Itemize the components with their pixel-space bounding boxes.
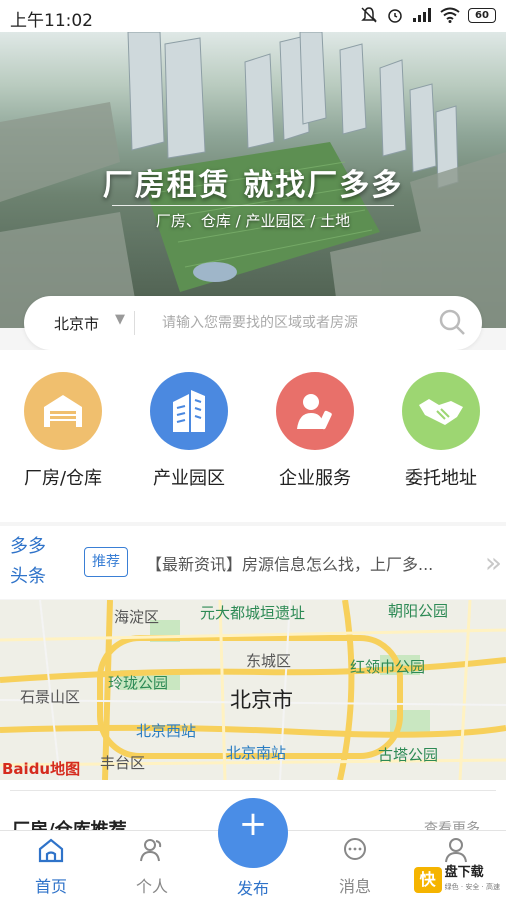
map-view[interactable]: 海淀区 元大都城垣遗址 朝阳公园 东城区 红领巾公园 玲珑公园 石景山区 北京市… xyxy=(0,600,506,780)
building-icon xyxy=(173,390,205,432)
status-icons: 60 xyxy=(360,6,496,24)
news-headline[interactable]: 【最新资讯】房源信息怎么找，上厂多... xyxy=(146,551,433,575)
battery-indicator: 60 xyxy=(468,7,496,23)
hero-banner[interactable]: 厂房租赁 就找厂多多 厂房、仓库 / 产业园区 / 土地 xyxy=(0,32,506,328)
category-label: 企业服务 xyxy=(279,468,351,489)
watermark-name: 盘下载 xyxy=(444,865,484,880)
hero-title: 厂房租赁 就找厂多多 xyxy=(102,168,404,203)
category-label: 委托地址 xyxy=(405,468,477,489)
hero-divider xyxy=(112,205,394,206)
map-label-fengtai: 丰台区 xyxy=(100,754,146,772)
status-time: 上午11:02 xyxy=(10,11,93,31)
search-input[interactable] xyxy=(160,308,434,338)
status-bar: 上午11:02 60 xyxy=(0,0,506,32)
tab-mine[interactable] xyxy=(416,837,496,867)
tab-label: 个人 xyxy=(135,877,168,896)
tab-label: 消息 xyxy=(338,877,371,896)
category-grid: 厂房/仓库 产业园区 企业服务 委托地址 xyxy=(0,350,506,522)
map-label-shijingshan: 石景山区 xyxy=(20,688,81,706)
search-divider xyxy=(134,311,135,335)
plus-icon: + xyxy=(238,804,268,844)
news-brand: 多多头条 xyxy=(10,536,46,587)
home-icon xyxy=(38,838,64,863)
mute-icon xyxy=(361,7,377,23)
publish-button[interactable]: + xyxy=(218,798,288,868)
news-ticker[interactable]: 多多头条 推荐 【最新资讯】房源信息怎么找，上厂多... » xyxy=(0,526,506,599)
watermark-logo: 快 xyxy=(413,867,442,893)
map-label-dongcheng: 东城区 xyxy=(246,652,292,670)
tab-label: 首页 xyxy=(34,877,67,896)
map-label-haidian: 海淀区 xyxy=(114,608,160,626)
map-label-guta-park: 古塔公园 xyxy=(378,746,439,764)
baidu-map-logo: Baidu地图 xyxy=(2,760,81,778)
category-label: 产业园区 xyxy=(153,468,225,489)
section-divider xyxy=(10,790,496,791)
category-label: 厂房/仓库 xyxy=(23,468,103,489)
chevron-down-icon[interactable]: ▼ xyxy=(115,312,125,327)
chat-bubble-icon xyxy=(344,838,366,860)
map-label-honglingjin-park: 红领巾公园 xyxy=(350,658,426,676)
warehouse-icon xyxy=(44,395,82,427)
publish-label: 发布 xyxy=(236,879,269,898)
download-site-watermark: 快 盘下载绿色 · 安全 · 高速 xyxy=(413,866,500,894)
tab-personal[interactable]: 个人 xyxy=(112,837,192,897)
category-industrial-park[interactable]: 产业园区 xyxy=(126,372,252,490)
people-icon xyxy=(140,839,162,862)
news-tag-badge: 推荐 xyxy=(84,547,128,577)
alarm-icon xyxy=(388,9,402,23)
wifi-icon xyxy=(440,7,460,23)
category-circle xyxy=(402,372,480,450)
category-entrusted-address[interactable]: 委托地址 xyxy=(378,372,504,490)
handshake-icon xyxy=(419,399,463,425)
map-label-chaoyang-park: 朝阳公园 xyxy=(388,602,449,620)
tab-home[interactable]: 首页 xyxy=(11,837,91,897)
category-circle xyxy=(150,372,228,450)
search-bar: 北京市 ▼ xyxy=(24,296,482,350)
city-selector[interactable]: 北京市 xyxy=(54,313,99,334)
user-icon xyxy=(445,838,467,863)
tab-messages[interactable]: 消息 xyxy=(315,837,395,897)
signal-icon xyxy=(413,8,431,22)
watermark-slogan: 绿色 · 安全 · 高速 xyxy=(444,883,500,891)
map-label-beijing: 北京市 xyxy=(230,688,293,712)
category-enterprise-service[interactable]: 企业服务 xyxy=(252,372,378,490)
map-label-beijing-south-station: 北京南站 xyxy=(226,744,287,762)
hero-subtitle: 厂房、仓库 / 产业园区 / 土地 xyxy=(155,212,351,230)
map-label-linglong-park: 玲珑公园 xyxy=(108,674,169,692)
map-label-beijing-west-station: 北京西站 xyxy=(136,722,197,740)
map-label-yuandadu: 元大都城垣遗址 xyxy=(200,604,306,622)
service-person-icon xyxy=(297,394,332,430)
category-circle xyxy=(24,372,102,450)
watermark-text: 盘下载绿色 · 安全 · 高速 xyxy=(445,866,500,894)
search-icon[interactable] xyxy=(438,308,466,336)
category-factory-warehouse[interactable]: 厂房/仓库 xyxy=(0,372,126,490)
double-chevron-right-icon[interactable]: » xyxy=(485,546,502,579)
category-circle xyxy=(276,372,354,450)
